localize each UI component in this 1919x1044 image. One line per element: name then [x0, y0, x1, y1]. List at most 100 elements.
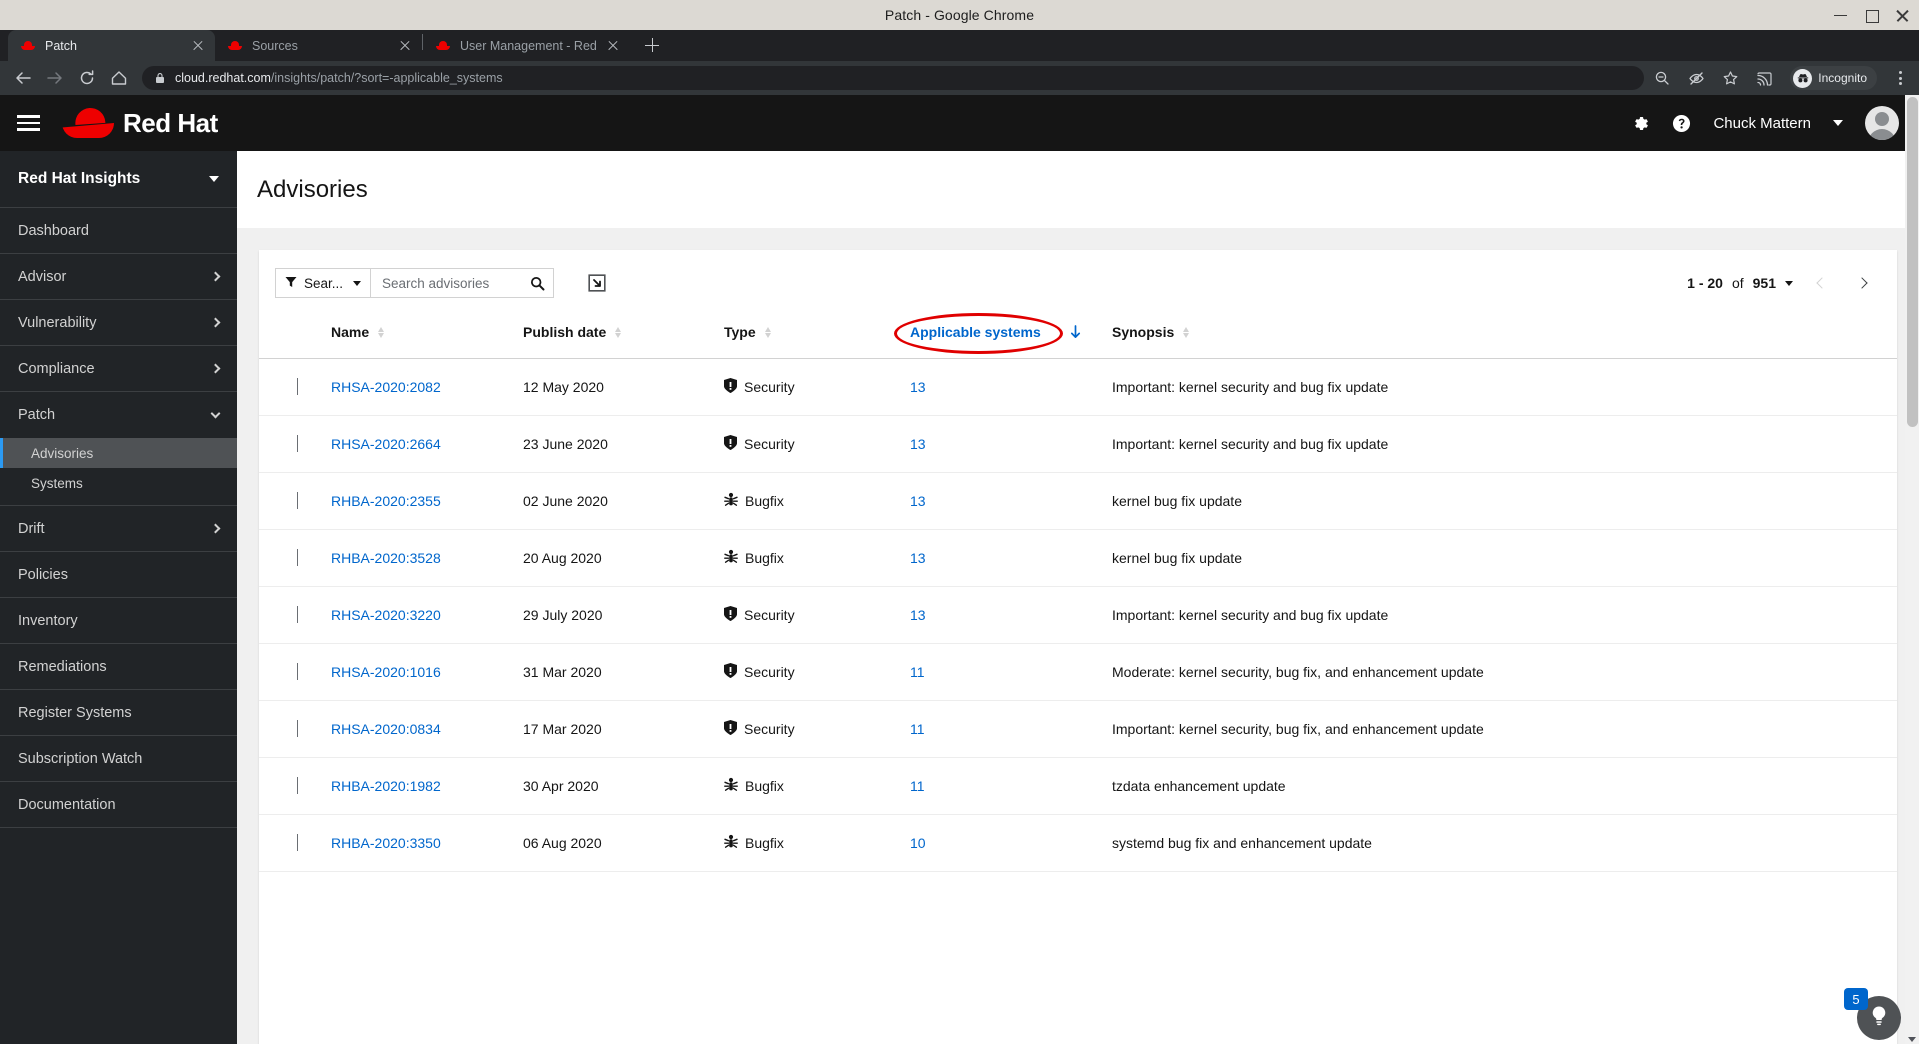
applicable-systems-link[interactable]: 13 [910, 436, 926, 452]
row-expand-cell[interactable] [259, 472, 331, 530]
browser-tab-0[interactable]: Patch [8, 30, 215, 61]
chevron-right-icon[interactable] [297, 549, 298, 566]
table-row[interactable]: RHSA-2020:1016 31 Mar 2020 Security 11 M… [259, 643, 1897, 701]
cast-icon[interactable] [1754, 68, 1774, 88]
chevron-right-icon[interactable] [297, 834, 298, 851]
star-icon[interactable] [1720, 68, 1740, 88]
sort-icon[interactable] [615, 326, 622, 338]
chevron-right-icon[interactable] [297, 606, 298, 623]
sidebar-item-subscription-watch[interactable]: Subscription Watch [0, 736, 237, 782]
filter-type-dropdown[interactable]: Sear... [275, 268, 371, 298]
advisory-link[interactable]: RHBA-2020:3528 [331, 550, 441, 566]
row-expand-cell[interactable] [259, 415, 331, 473]
sidebar-item-patch[interactable]: Patch [0, 392, 237, 438]
search-icon[interactable] [530, 276, 545, 291]
row-expand-cell[interactable] [259, 757, 331, 815]
tab-close-icon[interactable] [190, 38, 206, 54]
sidebar-item-systems[interactable]: Systems [0, 468, 237, 498]
applicable-systems-link[interactable]: 13 [910, 379, 926, 395]
advisory-link[interactable]: RHSA-2020:1016 [331, 664, 441, 680]
back-arrow-icon[interactable] [8, 63, 38, 93]
sidebar-item-register-systems[interactable]: Register Systems [0, 690, 237, 736]
sort-icon[interactable] [764, 326, 771, 338]
sidebar-item-vulnerability[interactable]: Vulnerability [0, 300, 237, 346]
gear-icon[interactable] [1631, 114, 1650, 133]
pagination-prev-button[interactable] [1811, 272, 1833, 294]
col-publish-date[interactable]: Publish date [523, 314, 724, 359]
export-icon[interactable] [585, 271, 609, 295]
table-row[interactable]: RHBA-2020:2355 02 June 2020 Bugfix 13 ke… [259, 472, 1897, 530]
table-row[interactable]: RHSA-2020:2082 12 May 2020 Security 13 I… [259, 358, 1897, 416]
pagination-summary[interactable]: 1 - 20 of 951 [1687, 275, 1793, 291]
applicable-systems-link[interactable]: 13 [910, 493, 926, 509]
chevron-down-icon[interactable] [209, 176, 219, 182]
avatar[interactable] [1865, 106, 1899, 140]
sidebar-item-dashboard[interactable]: Dashboard [0, 208, 237, 254]
reload-icon[interactable] [72, 63, 102, 93]
new-tab-button[interactable] [638, 31, 666, 59]
table-row[interactable]: RHSA-2020:0834 17 Mar 2020 Security 11 I… [259, 700, 1897, 758]
sidebar-brand[interactable]: Red Hat Insights [0, 151, 237, 208]
table-row[interactable]: RHSA-2020:3220 29 July 2020 Security 13 … [259, 586, 1897, 644]
search-input[interactable] [382, 275, 530, 291]
browser-tab-2[interactable]: User Management - Red [423, 30, 630, 61]
row-expand-cell[interactable] [259, 358, 331, 416]
zoom-out-icon[interactable] [1652, 68, 1672, 88]
maximize-icon[interactable] [1865, 9, 1879, 23]
row-expand-cell[interactable] [259, 586, 331, 644]
applicable-systems-link[interactable]: 10 [910, 835, 926, 851]
redhat-logo[interactable]: Red Hat [62, 106, 218, 139]
sort-desc-icon[interactable] [1070, 325, 1081, 339]
col-name[interactable]: Name [331, 314, 523, 359]
chevron-right-icon[interactable] [297, 777, 298, 794]
chevron-right-icon[interactable] [297, 663, 298, 680]
table-row[interactable]: RHBA-2020:3528 20 Aug 2020 Bugfix 13 ker… [259, 529, 1897, 587]
home-icon[interactable] [104, 63, 134, 93]
chevron-right-icon[interactable] [297, 720, 298, 737]
minimize-icon[interactable] [1834, 9, 1847, 22]
sidebar-item-documentation[interactable]: Documentation [0, 782, 237, 828]
sort-icon[interactable] [1183, 326, 1190, 338]
chevron-down-icon[interactable] [1785, 280, 1793, 286]
chevron-down-icon[interactable] [1833, 120, 1843, 126]
row-expand-cell[interactable] [259, 529, 331, 587]
advisory-link[interactable]: RHBA-2020:2355 [331, 493, 441, 509]
advisory-link[interactable]: RHBA-2020:1982 [331, 778, 441, 794]
address-bar[interactable]: cloud.redhat.com/insights/patch/?sort=-a… [142, 66, 1645, 90]
pagination-next-button[interactable] [1851, 272, 1873, 294]
applicable-systems-link[interactable]: 13 [910, 607, 926, 623]
browser-tab-1[interactable]: Sources [215, 30, 422, 61]
sidebar-item-policies[interactable]: Policies [0, 552, 237, 598]
table-row[interactable]: RHBA-2020:3350 06 Aug 2020 Bugfix 10 sys… [259, 814, 1897, 872]
nav-toggle-hamburger-icon[interactable] [0, 95, 56, 151]
advisory-link[interactable]: RHBA-2020:3350 [331, 835, 441, 851]
advisory-link[interactable]: RHSA-2020:2082 [331, 379, 441, 395]
scrollbar-thumb[interactable] [1907, 97, 1918, 427]
chevron-right-icon[interactable] [297, 378, 298, 395]
col-type[interactable]: Type [724, 314, 910, 359]
scroll-down-icon[interactable] [1908, 1037, 1916, 1042]
table-row[interactable]: RHBA-2020:1982 30 Apr 2020 Bugfix 11 tzd… [259, 757, 1897, 815]
kebab-menu-icon[interactable] [1891, 69, 1909, 87]
col-applicable-systems[interactable]: Applicable systems [894, 313, 1112, 359]
page-scrollbar[interactable] [1905, 95, 1919, 1044]
sidebar-item-inventory[interactable]: Inventory [0, 598, 237, 644]
row-expand-cell[interactable] [259, 814, 331, 872]
applicable-systems-link[interactable]: 11 [910, 664, 925, 680]
table-row[interactable]: RHSA-2020:2664 23 June 2020 Security 13 … [259, 415, 1897, 473]
applicable-systems-link[interactable]: 11 [910, 778, 925, 794]
advisory-link[interactable]: RHSA-2020:2664 [331, 436, 441, 452]
row-expand-cell[interactable] [259, 643, 331, 701]
advisory-link[interactable]: RHSA-2020:0834 [331, 721, 441, 737]
row-expand-cell[interactable] [259, 700, 331, 758]
applicable-systems-link[interactable]: 11 [910, 721, 925, 737]
search-input-wrapper[interactable] [371, 268, 554, 298]
sort-icon[interactable] [378, 326, 385, 338]
tab-close-icon[interactable] [605, 38, 621, 54]
forward-arrow-icon[interactable] [40, 63, 70, 93]
advisory-link[interactable]: RHSA-2020:3220 [331, 607, 441, 623]
sidebar-item-compliance[interactable]: Compliance [0, 346, 237, 392]
sidebar-item-advisor[interactable]: Advisor [0, 254, 237, 300]
chevron-right-icon[interactable] [297, 492, 298, 509]
sidebar-item-remediations[interactable]: Remediations [0, 644, 237, 690]
